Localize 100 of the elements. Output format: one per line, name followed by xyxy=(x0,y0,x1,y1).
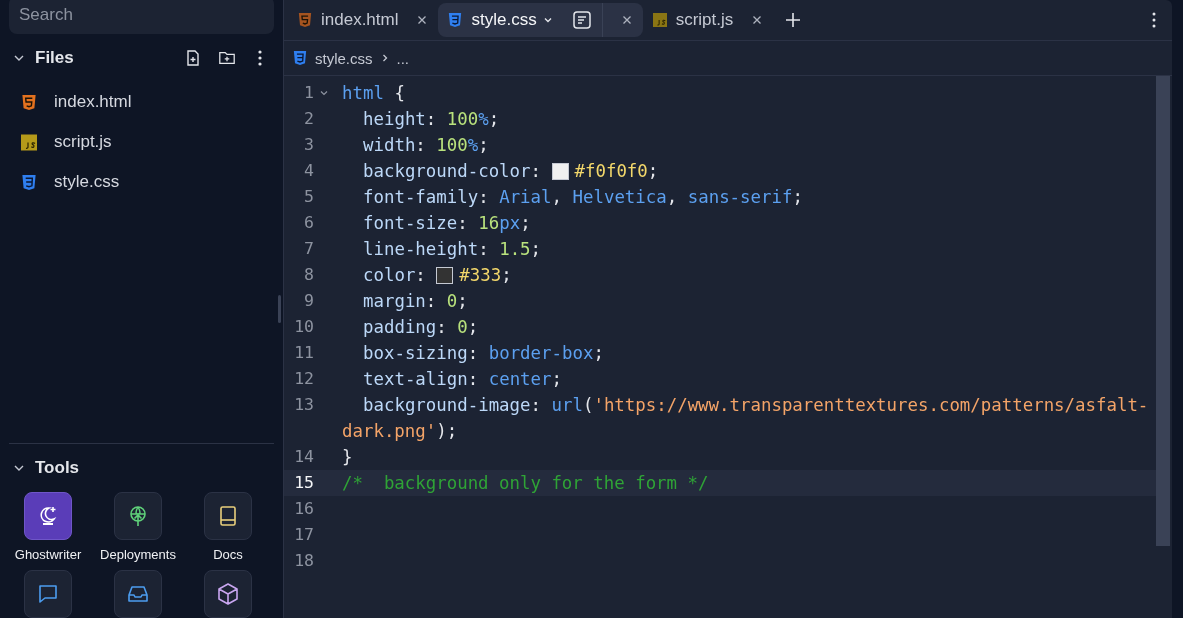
code-token: : xyxy=(425,291,437,311)
line-number: 16 xyxy=(293,498,314,520)
html-file-icon xyxy=(21,93,37,111)
new-folder-icon[interactable] xyxy=(218,49,236,67)
document-outline-icon[interactable] xyxy=(571,10,592,30)
code-token: center xyxy=(488,369,552,389)
line-number: 18 xyxy=(293,550,314,572)
code-token: ; xyxy=(792,187,803,207)
code-token: border-box xyxy=(488,343,594,363)
css-file-icon xyxy=(21,173,37,191)
cube-icon xyxy=(216,582,240,606)
code-token: : xyxy=(478,187,489,207)
code-token: #333 xyxy=(459,265,502,285)
code-token: font-family xyxy=(363,187,479,207)
section-title: Files xyxy=(35,48,74,68)
code-token: font-size xyxy=(363,213,458,233)
code-token: : xyxy=(478,239,489,259)
color-swatch[interactable] xyxy=(436,266,454,284)
more-options-icon[interactable] xyxy=(258,50,262,66)
code-token: background-color xyxy=(363,161,531,181)
code-token: width xyxy=(363,135,416,155)
code-token: % xyxy=(478,109,489,129)
line-number: 9 xyxy=(303,290,314,312)
code-token: height xyxy=(363,109,426,129)
line-number: 15 xyxy=(293,472,314,494)
code-token: ; xyxy=(501,265,512,285)
html-file-icon xyxy=(298,12,312,28)
code-token: 1.5 xyxy=(499,239,531,259)
add-tab-icon[interactable] xyxy=(785,12,802,28)
code-token: : xyxy=(436,317,447,337)
line-number: 8 xyxy=(303,264,314,286)
tool-button[interactable] xyxy=(114,492,162,540)
tool-label: Docs xyxy=(213,547,243,562)
file-item[interactable]: index.html xyxy=(9,82,274,122)
code-token: : xyxy=(530,161,541,181)
code-token: Helvetica xyxy=(572,187,667,207)
code-token: ; xyxy=(520,213,531,233)
close-icon[interactable] xyxy=(416,14,429,26)
code-token: : xyxy=(415,265,426,285)
line-number: 17 xyxy=(293,524,314,546)
code-token: #f0f0f0 xyxy=(574,161,648,181)
line-number: 3 xyxy=(303,134,314,156)
color-swatch[interactable] xyxy=(551,162,569,180)
close-icon[interactable] xyxy=(620,14,633,26)
search-field[interactable]: Search xyxy=(9,0,274,34)
code-token: text-align xyxy=(363,369,468,389)
code-token: : xyxy=(530,395,541,415)
code-token: : xyxy=(457,213,468,233)
close-icon[interactable] xyxy=(751,14,764,26)
tool-button[interactable] xyxy=(24,492,72,540)
line-number: 12 xyxy=(293,368,314,390)
editor-tab[interactable]: style.css xyxy=(438,3,643,37)
tool-button[interactable] xyxy=(204,570,252,618)
code-token: box-sizing xyxy=(363,343,468,363)
code-token: ; xyxy=(551,369,562,389)
code-token: ( xyxy=(582,395,594,415)
more-options-icon[interactable] xyxy=(1152,12,1156,28)
line-number: 6 xyxy=(303,212,314,234)
code-token: 100 xyxy=(446,109,479,129)
file-item[interactable]: style.css xyxy=(9,162,274,202)
breadcrumb-item[interactable]: style.css xyxy=(315,49,373,67)
new-file-icon[interactable] xyxy=(184,49,202,67)
js-file-icon xyxy=(21,133,37,151)
code-token: 100 xyxy=(436,135,468,155)
code-token: ; xyxy=(488,109,500,129)
scrollbar[interactable] xyxy=(1156,76,1170,546)
file-item[interactable]: script.js xyxy=(9,122,274,162)
resize-handle[interactable] xyxy=(278,295,281,323)
section-title: Tools xyxy=(35,458,80,478)
editor-tab[interactable]: index.html xyxy=(288,3,439,37)
code-token: 'https://www.transparenttextures.com/patterns/asfalt- xyxy=(593,395,1149,415)
file-name: script.js xyxy=(54,132,112,152)
line-number: 14 xyxy=(293,446,314,468)
code-token: padding xyxy=(363,317,437,337)
css-file-icon xyxy=(448,12,463,28)
line-number: 13 xyxy=(293,394,314,416)
line-number: 5 xyxy=(303,186,314,208)
line-number: 11 xyxy=(293,342,314,364)
code-token: } xyxy=(342,447,353,467)
code-token: , xyxy=(551,187,562,207)
code-token: % xyxy=(467,135,479,155)
tool-button[interactable] xyxy=(204,492,252,540)
line-number: 4 xyxy=(303,160,314,182)
line-number: 10 xyxy=(293,316,314,338)
code-token: sans-serif xyxy=(687,187,793,207)
code-token: dark.png' xyxy=(342,421,437,441)
tool-label: Deployments xyxy=(100,547,176,562)
line-number: 1 xyxy=(303,82,314,104)
breadcrumb-item[interactable]: ... xyxy=(396,49,410,67)
code-token: ; xyxy=(457,291,468,311)
code-token: margin xyxy=(363,291,426,311)
code-token: : xyxy=(415,135,426,155)
code-token: ; xyxy=(530,239,542,259)
code-token: : xyxy=(467,343,479,363)
line-number: 7 xyxy=(303,238,314,260)
code-token: 16 xyxy=(478,213,500,233)
code-token: Arial xyxy=(499,187,552,207)
code-token: ; xyxy=(647,161,659,181)
editor-tab[interactable]: script.js xyxy=(642,3,774,37)
code-token: ); xyxy=(436,421,458,441)
